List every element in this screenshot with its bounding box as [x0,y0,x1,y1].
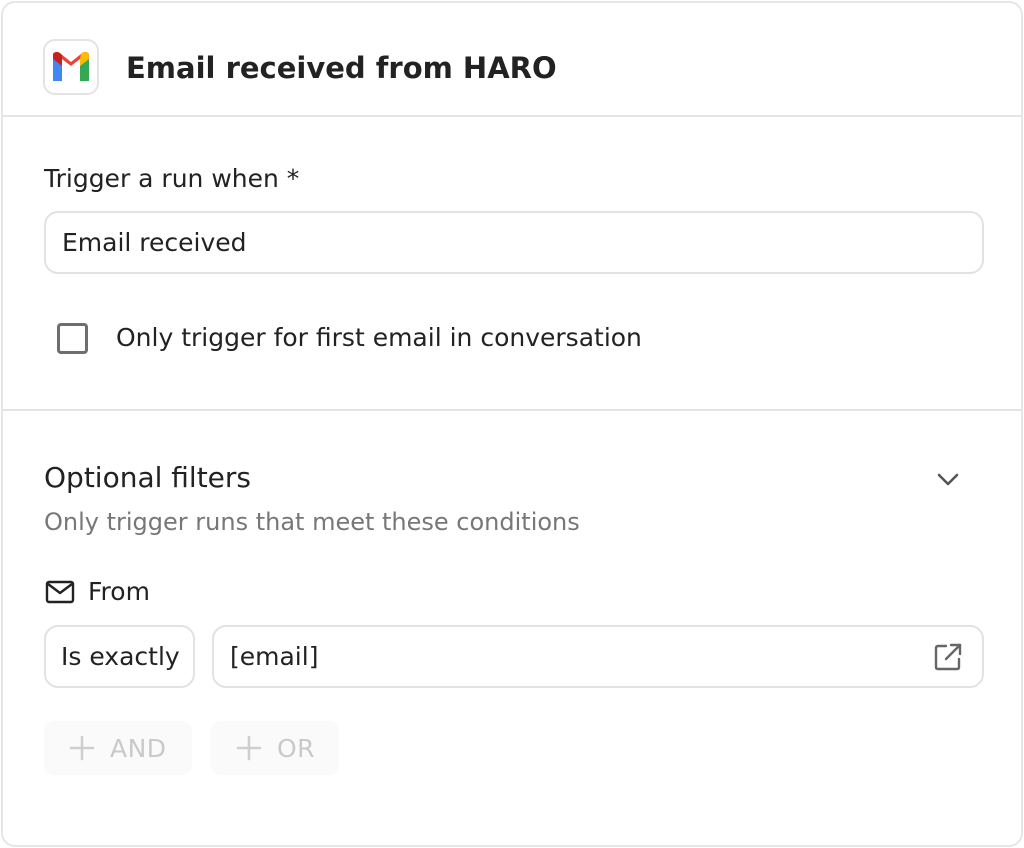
add-and-condition-button[interactable]: AND [44,721,192,775]
open-external-icon[interactable] [933,642,963,672]
app-tile [43,39,99,95]
page-title: Email received from HARO [126,51,557,85]
condition-value-input[interactable]: [email] [212,625,984,688]
filters-title: Optional filters [44,461,252,494]
condition-value-text: [email] [230,642,319,671]
chevron-down-icon [937,473,959,486]
panel-header: Email received from HARO [3,3,1021,117]
trigger-section: Trigger a run when * Email received Only… [3,119,1021,411]
first-email-checkbox-label[interactable]: Only trigger for first email in conversa… [116,322,642,354]
plus-icon [236,735,262,761]
plus-icon [69,735,95,761]
condition-operator-select[interactable]: Is exactly [44,625,195,688]
filters-subtitle: Only trigger runs that meet these condit… [44,508,580,536]
trigger-config-panel: Email received from HARO Trigger a run w… [1,1,1023,847]
condition-field-label: From [88,577,150,606]
filters-collapse-toggle[interactable] [935,467,961,493]
trigger-event-select[interactable]: Email received [44,211,984,274]
gmail-icon [53,52,89,81]
condition-operator-value: Is exactly [61,642,180,671]
trigger-event-value: Email received [62,228,247,257]
first-email-checkbox[interactable] [57,323,88,354]
and-button-label: AND [110,733,167,763]
add-or-condition-button[interactable]: OR [211,721,339,775]
optional-filters-section: Optional filters Only trigger runs that … [3,413,1021,845]
trigger-label: Trigger a run when * [44,164,300,193]
or-button-label: OR [277,733,316,763]
mail-icon [45,580,75,604]
